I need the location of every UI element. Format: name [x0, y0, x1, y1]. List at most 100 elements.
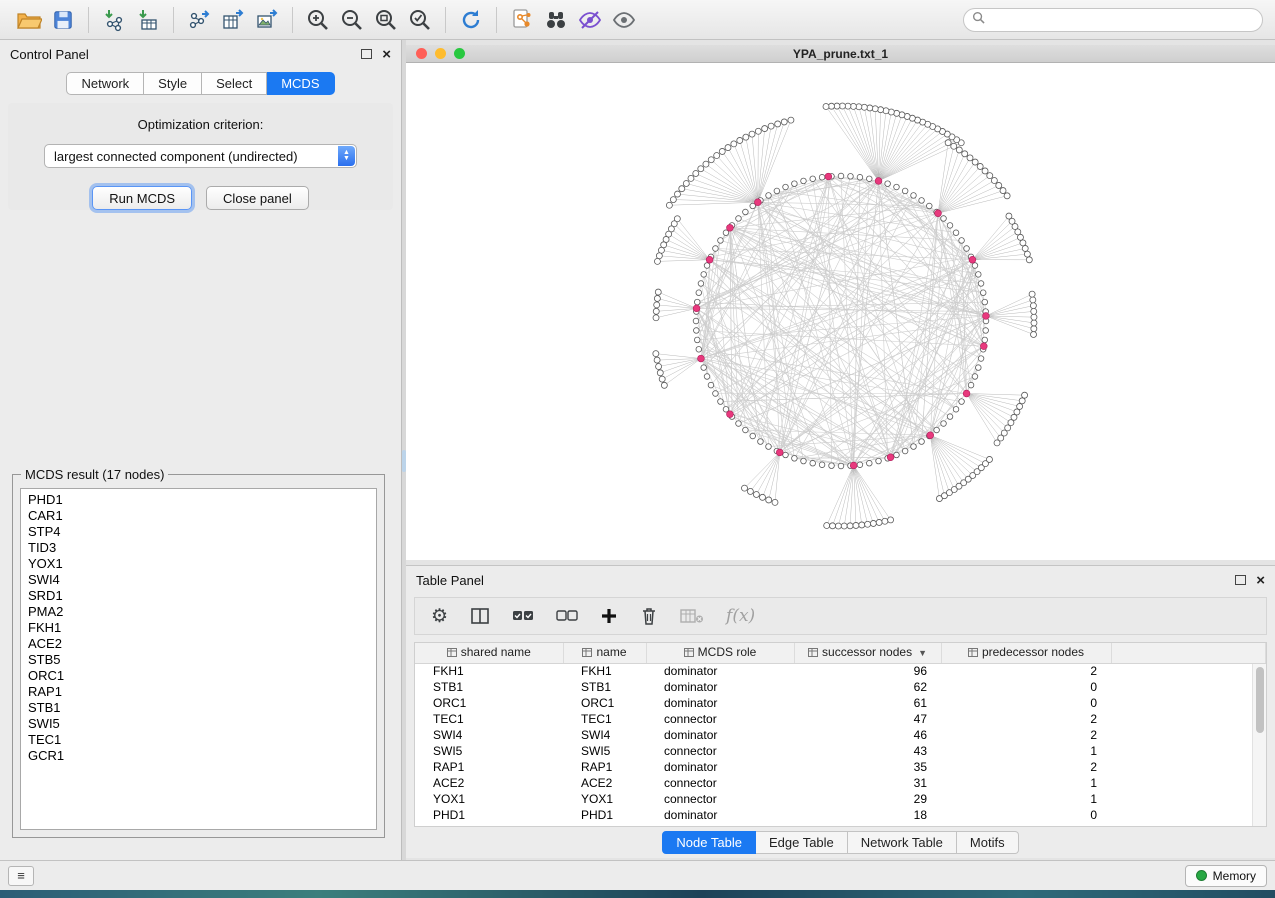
table-cell: 2 [941, 663, 1111, 679]
open-icon[interactable] [12, 5, 46, 35]
table-cell: PHD1 [563, 807, 646, 823]
criterion-dropdown[interactable]: largest connected component (undirected)… [44, 144, 357, 168]
network-canvas[interactable] [406, 63, 1275, 559]
tab-edge-table[interactable]: Edge Table [756, 831, 848, 854]
mcds-result-item[interactable]: ORC1 [28, 668, 376, 684]
table-row[interactable]: SWI5SWI5connector431 [415, 743, 1266, 759]
settings-icon[interactable]: ⚙ [431, 607, 448, 626]
mcds-result-item[interactable]: CAR1 [28, 508, 376, 524]
memory-button[interactable]: Memory [1185, 865, 1267, 887]
show-panels-menu-icon[interactable]: ≡ [8, 866, 34, 886]
mcds-result-item[interactable]: SWI4 [28, 572, 376, 588]
export-table-icon[interactable] [216, 5, 250, 35]
delete-table-icon [680, 608, 704, 624]
mcds-tab-content: Optimization criterion: largest connecte… [8, 103, 393, 210]
close-table-panel-icon[interactable]: × [1256, 573, 1265, 588]
tab-select[interactable]: Select [202, 72, 267, 95]
mcds-result-item[interactable]: PHD1 [28, 492, 376, 508]
create-column-icon[interactable] [600, 607, 618, 625]
show-all-icon[interactable] [607, 5, 641, 35]
tab-network-table[interactable]: Network Table [848, 831, 957, 854]
control-panel-title: Control Panel [10, 47, 89, 62]
mcds-result-item[interactable]: STB5 [28, 652, 376, 668]
share-network-icon[interactable] [505, 5, 539, 35]
zoom-selected-icon[interactable] [403, 5, 437, 35]
run-mcds-button[interactable]: Run MCDS [92, 186, 192, 210]
table-cell: SWI4 [563, 727, 646, 743]
column-header-successor-nodes[interactable]: successor nodes▼ [794, 643, 941, 663]
refresh-icon[interactable] [454, 5, 488, 35]
close-panel-button[interactable]: Close panel [206, 186, 309, 210]
float-panel-icon[interactable] [361, 49, 372, 59]
table-cell-filler [1111, 759, 1266, 775]
delete-column-icon[interactable] [640, 606, 658, 626]
table-row[interactable]: ACE2ACE2connector311 [415, 775, 1266, 791]
network-titlebar[interactable]: YPA_prune.txt_1 [406, 45, 1275, 63]
column-header-predecessor-nodes[interactable]: predecessor nodes [941, 643, 1111, 663]
show-columns-icon[interactable] [470, 607, 490, 625]
table-row[interactable]: STB1STB1dominator620 [415, 679, 1266, 695]
zoom-in-icon[interactable] [301, 5, 335, 35]
column-header-name[interactable]: name [563, 643, 646, 663]
table-cell: connector [646, 775, 794, 791]
table-panel: Table Panel × ⚙ [406, 565, 1275, 858]
tab-mcds[interactable]: MCDS [267, 72, 334, 95]
table-row[interactable]: RAP1RAP1dominator352 [415, 759, 1266, 775]
mcds-result-item[interactable]: TID3 [28, 540, 376, 556]
tab-motifs[interactable]: Motifs [957, 831, 1019, 854]
mcds-result-item[interactable]: TEC1 [28, 732, 376, 748]
mcds-result-item[interactable]: YOX1 [28, 556, 376, 572]
table-cell: 61 [794, 695, 941, 711]
search-input[interactable] [991, 13, 1254, 27]
toolbar-separator [173, 7, 174, 33]
search-field[interactable] [963, 8, 1263, 32]
table-row[interactable]: PHD1PHD1dominator180 [415, 807, 1266, 823]
mcds-result-item[interactable]: STP4 [28, 524, 376, 540]
float-table-panel-icon[interactable] [1235, 575, 1246, 585]
table-cell: SWI5 [563, 743, 646, 759]
table-row[interactable]: YOX1YOX1connector291 [415, 791, 1266, 807]
deselect-all-icon[interactable] [556, 608, 578, 624]
table-cell: connector [646, 711, 794, 727]
mcds-result-item[interactable]: STB1 [28, 700, 376, 716]
select-all-icon[interactable] [512, 608, 534, 624]
save-icon[interactable] [46, 5, 80, 35]
search-network-icon[interactable] [539, 5, 573, 35]
column-header-shared-name[interactable]: shared name [415, 643, 563, 663]
table-row[interactable]: TEC1TEC1connector472 [415, 711, 1266, 727]
zoom-out-icon[interactable] [335, 5, 369, 35]
mcds-result-item[interactable]: RAP1 [28, 684, 376, 700]
table-cell: connector [646, 791, 794, 807]
table-row[interactable]: SWI4SWI4dominator462 [415, 727, 1266, 743]
network-title: YPA_prune.txt_1 [406, 47, 1275, 61]
table-cell-filler [1111, 807, 1266, 823]
mcds-result-item[interactable]: FKH1 [28, 620, 376, 636]
export-network-icon[interactable] [182, 5, 216, 35]
mcds-result-item[interactable]: SRD1 [28, 588, 376, 604]
scrollbar-thumb[interactable] [1256, 667, 1264, 733]
table-cell: STB1 [415, 679, 563, 695]
import-table-file-icon[interactable] [131, 5, 165, 35]
column-header-mcds-role[interactable]: MCDS role [646, 643, 794, 663]
close-panel-icon[interactable]: × [382, 47, 391, 62]
table-cell: dominator [646, 663, 794, 679]
table-cell: FKH1 [563, 663, 646, 679]
tab-network[interactable]: Network [66, 72, 144, 95]
mcds-result-item[interactable]: SWI5 [28, 716, 376, 732]
mcds-result-list[interactable]: PHD1CAR1STP4TID3YOX1SWI4SRD1PMA2FKH1ACE2… [20, 488, 377, 830]
zoom-fit-icon[interactable] [369, 5, 403, 35]
table-row[interactable]: ORC1ORC1dominator610 [415, 695, 1266, 711]
mcds-result-item[interactable]: GCR1 [28, 748, 376, 764]
toolbar-separator [88, 7, 89, 33]
mcds-result-item[interactable]: PMA2 [28, 604, 376, 620]
export-image-icon[interactable] [250, 5, 284, 35]
mcds-result-item[interactable]: ACE2 [28, 636, 376, 652]
tab-node-table[interactable]: Node Table [662, 831, 756, 854]
tab-style[interactable]: Style [144, 72, 202, 95]
sort-menu-icon[interactable]: ▼ [918, 648, 927, 658]
table-scrollbar[interactable] [1252, 664, 1266, 826]
table-cell: 29 [794, 791, 941, 807]
import-network-file-icon[interactable] [97, 5, 131, 35]
hide-selected-icon[interactable] [573, 5, 607, 35]
table-row[interactable]: FKH1FKH1dominator962 [415, 663, 1266, 679]
